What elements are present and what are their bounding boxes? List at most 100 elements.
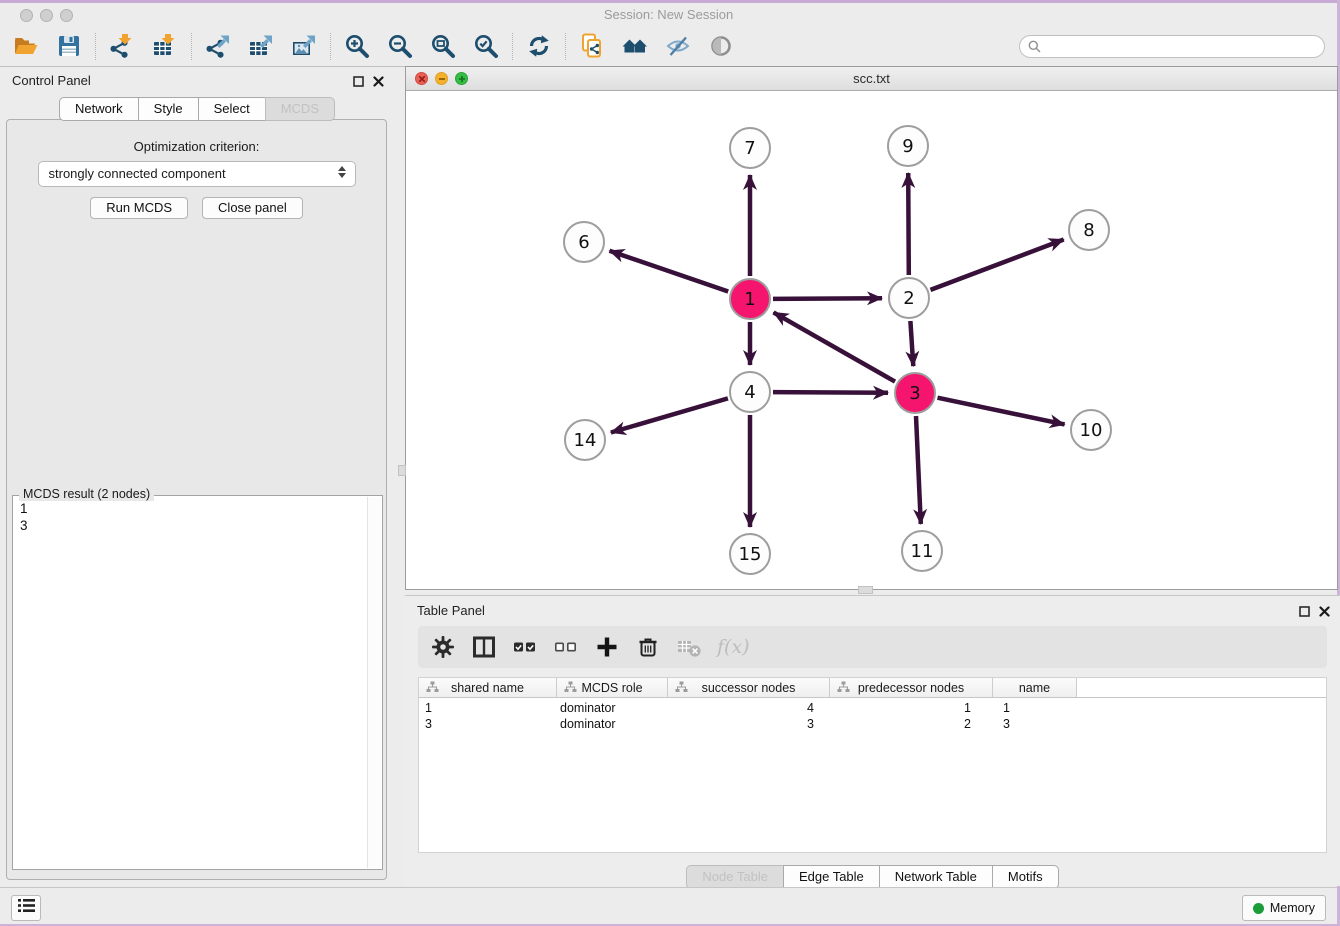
column-header-predecessor-nodes[interactable]: predecessor nodes	[830, 678, 993, 697]
delete-table-icon[interactable]	[676, 634, 702, 660]
table-cell[interactable]: 4	[668, 701, 830, 715]
search-input[interactable]	[1019, 35, 1325, 58]
memory-status-icon	[1253, 903, 1264, 914]
zoom-fit-icon[interactable]	[430, 33, 456, 59]
table-cell[interactable]: 2	[830, 717, 993, 731]
open-session-icon[interactable]	[13, 33, 39, 59]
toolbar-icon-groups	[0, 27, 747, 66]
tab-mcds[interactable]: MCDS	[265, 97, 335, 121]
zoom-selected-icon[interactable]	[473, 33, 499, 59]
column-label: shared name	[451, 681, 524, 695]
split-columns-icon[interactable]	[471, 634, 497, 660]
table-row[interactable]: 1dominator411	[419, 700, 1326, 716]
refresh-view-icon[interactable]	[526, 33, 552, 59]
select-all-checks-icon[interactable]	[512, 634, 538, 660]
export-table-icon[interactable]	[248, 33, 274, 59]
close-panel-button[interactable]: Close panel	[202, 197, 303, 219]
column-header-MCDS-role[interactable]: MCDS role	[557, 678, 668, 697]
graph-node-8[interactable]: 8	[1068, 209, 1110, 251]
hide-eye-icon[interactable]	[665, 33, 691, 59]
hierarchy-icon	[837, 681, 850, 693]
table-cell[interactable]: 3	[419, 717, 557, 731]
graph-node-3[interactable]: 3	[894, 372, 936, 414]
table-cell[interactable]: 3	[668, 717, 830, 731]
splitter-handle-vertical[interactable]	[398, 465, 406, 476]
graph-edge-2-3[interactable]	[910, 321, 913, 366]
graph-node-6[interactable]: 6	[563, 221, 605, 263]
table-cell[interactable]: 1	[419, 701, 557, 715]
zoom-out-icon[interactable]	[387, 33, 413, 59]
memory-button[interactable]: Memory	[1242, 895, 1326, 921]
graph-edge-3-11[interactable]	[916, 416, 921, 524]
column-header-shared-name[interactable]: shared name	[419, 678, 557, 697]
table-cell[interactable]: 3	[993, 717, 1077, 731]
import-network-icon[interactable]	[109, 33, 135, 59]
run-mcds-button[interactable]: Run MCDS	[90, 197, 188, 219]
close-table-panel-icon[interactable]	[1319, 604, 1330, 615]
save-session-icon[interactable]	[56, 33, 82, 59]
toolbar-group	[0, 33, 95, 60]
graph-node-2[interactable]: 2	[888, 277, 930, 319]
table-cell[interactable]: dominator	[557, 701, 668, 715]
graph-node-9[interactable]: 9	[887, 125, 929, 167]
float-table-panel-icon[interactable]	[1299, 604, 1310, 615]
graph-node-1[interactable]: 1	[729, 278, 771, 320]
network-canvas[interactable]: 7 9 6 8 1 2 4 3 14 10 15 11	[406, 91, 1337, 589]
mcds-result-text[interactable]: 13	[20, 500, 366, 867]
table-cell[interactable]: dominator	[557, 717, 668, 731]
graph-edge-1-6[interactable]	[610, 251, 729, 292]
criterion-select[interactable]: strongly connected component	[38, 161, 356, 187]
network-window-titlebar: scc.txt	[406, 67, 1337, 91]
export-network-icon[interactable]	[205, 33, 231, 59]
table-row[interactable]: 3dominator323	[419, 716, 1326, 732]
tab-node-table[interactable]: Node Table	[686, 865, 784, 889]
graph-node-14[interactable]: 14	[564, 419, 606, 461]
close-panel-icon[interactable]	[373, 74, 384, 85]
graph-edge-3-10[interactable]	[938, 398, 1065, 425]
graph-edge-2-9[interactable]	[908, 173, 909, 275]
toolbar-group	[565, 33, 747, 60]
graph-edge-2-8[interactable]	[931, 240, 1064, 290]
home-icon[interactable]	[622, 33, 648, 59]
graph-node-15[interactable]: 15	[729, 533, 771, 575]
result-scrollbar[interactable]	[367, 497, 381, 868]
column-label: MCDS role	[581, 681, 642, 695]
table-cell[interactable]: 1	[830, 701, 993, 715]
tab-motifs[interactable]: Motifs	[992, 865, 1059, 889]
graph-edge-1-2[interactable]	[773, 298, 882, 299]
export-image-icon[interactable]	[291, 33, 317, 59]
graph-node-10[interactable]: 10	[1070, 409, 1112, 451]
clear-checks-icon[interactable]	[553, 634, 579, 660]
graph-node-4[interactable]: 4	[729, 371, 771, 413]
tab-edge-table[interactable]: Edge Table	[783, 865, 880, 889]
graph-node-7[interactable]: 7	[729, 127, 771, 169]
show-eye-icon[interactable]	[708, 33, 734, 59]
toolbar-group	[95, 33, 191, 60]
gear-icon[interactable]	[430, 634, 456, 660]
zoom-in-icon[interactable]	[344, 33, 370, 59]
column-header-name[interactable]: name	[993, 678, 1077, 697]
column-header-successor-nodes[interactable]: successor nodes	[668, 678, 830, 697]
import-table-icon[interactable]	[152, 33, 178, 59]
add-column-icon[interactable]	[594, 634, 620, 660]
graph-edge-4-3[interactable]	[773, 392, 888, 393]
splitter-handle-horizontal[interactable]	[858, 586, 873, 594]
network-view-window: scc.txt 7 9 6 8 1 2 4 3 14 10 15 11	[405, 66, 1338, 590]
column-label: successor nodes	[702, 681, 796, 695]
tab-network-table[interactable]: Network Table	[879, 865, 993, 889]
graph-edge-3-1[interactable]	[774, 312, 896, 381]
delete-column-icon[interactable]	[635, 634, 661, 660]
graph-node-11[interactable]: 11	[901, 530, 943, 572]
clone-documents-icon[interactable]	[579, 33, 605, 59]
tab-network[interactable]: Network	[59, 97, 139, 121]
task-history-button[interactable]	[11, 895, 41, 921]
tab-style[interactable]: Style	[138, 97, 199, 121]
search-icon	[1028, 40, 1041, 58]
graph-edge-4-14[interactable]	[611, 398, 728, 432]
function-builder-icon[interactable]: f(x)	[717, 634, 750, 660]
float-panel-icon[interactable]	[353, 74, 364, 85]
table-cell[interactable]: 1	[993, 701, 1077, 715]
column-label: name	[1019, 681, 1050, 695]
tab-select[interactable]: Select	[198, 97, 266, 121]
column-label: predecessor nodes	[858, 681, 964, 695]
